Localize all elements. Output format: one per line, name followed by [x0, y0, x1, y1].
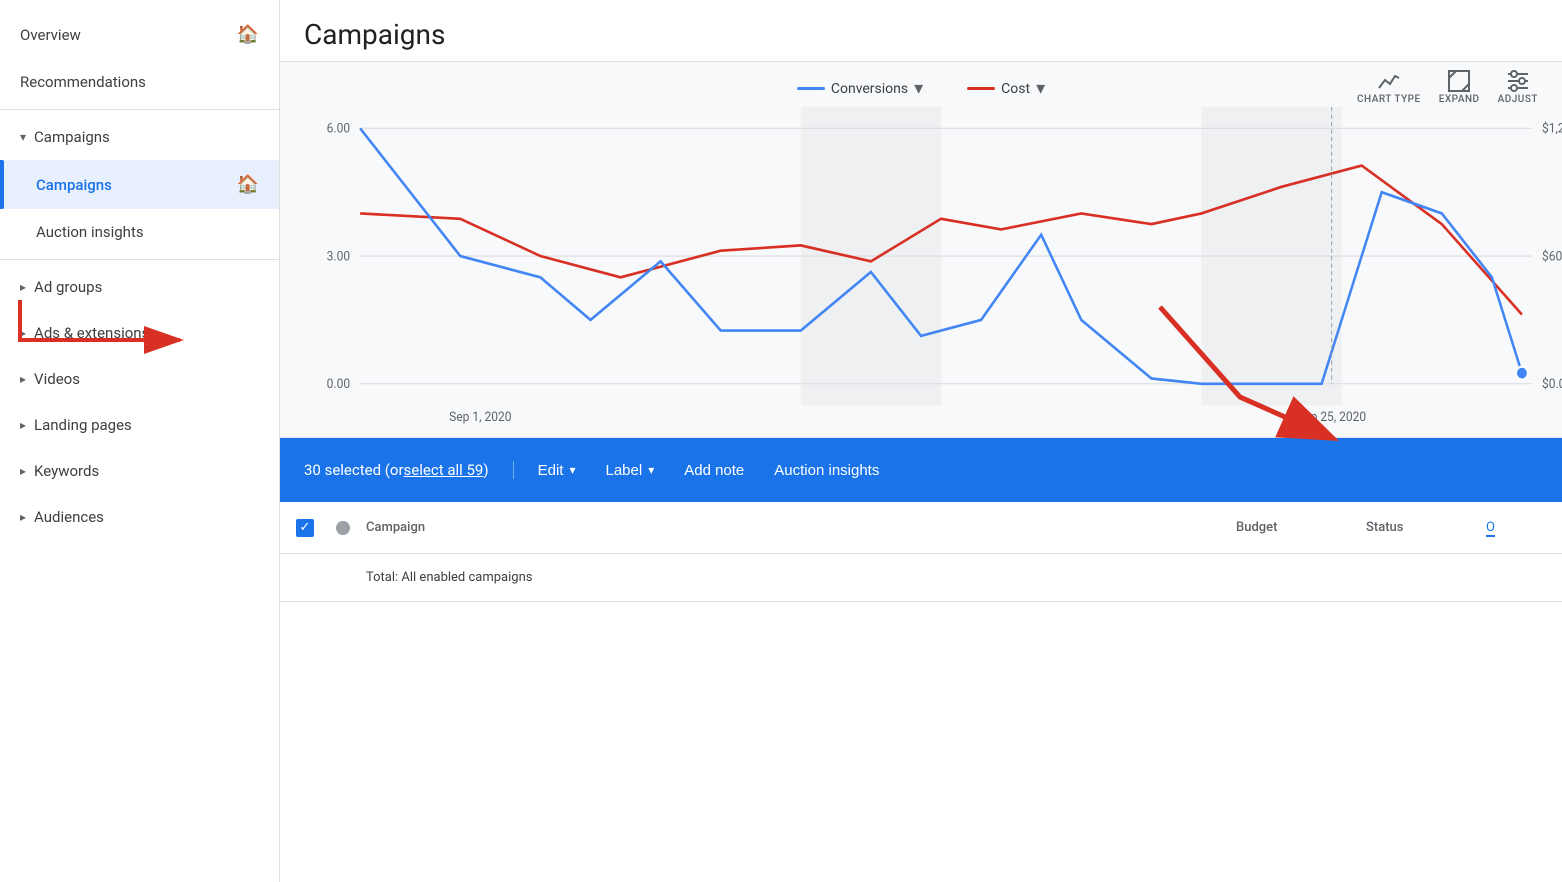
main-content: Campaigns Conversions ▾ Cost ▾: [280, 0, 1562, 882]
table-row-total: Total: All enabled campaigns: [280, 554, 1562, 602]
sidebar-item-label: Ads & extensions: [34, 324, 149, 342]
svg-text:6.00: 6.00: [327, 121, 350, 136]
sidebar-item-campaigns-group[interactable]: ▾ Campaigns: [0, 114, 279, 160]
sidebar-item-recommendations[interactable]: Recommendations: [0, 59, 279, 105]
add-note-button[interactable]: Add note: [684, 458, 744, 483]
chart-controls: CHART TYPE EXPAND: [1357, 70, 1538, 105]
table-checkbox-header[interactable]: ✓: [296, 519, 336, 537]
page-title: Campaigns: [304, 18, 1538, 51]
auction-insights-label: Auction insights: [774, 462, 879, 479]
svg-text:$600.00: $600.00: [1542, 249, 1562, 264]
chevron-right-icon: ▸: [20, 280, 26, 294]
chart-toolbar: Conversions ▾ Cost ▾ CHART TYPE: [280, 62, 1562, 107]
sidebar-divider-2: [0, 259, 279, 260]
adjust-label: ADJUST: [1498, 94, 1538, 105]
sidebar-item-label: Audiences: [34, 508, 104, 526]
table-header: ✓ Campaign Budget Status O: [280, 502, 1562, 554]
label-label: Label: [605, 462, 642, 479]
chart-area: Conversions ▾ Cost ▾ CHART TYPE: [280, 62, 1562, 438]
sidebar-item-overview[interactable]: Overview 🏠: [0, 10, 279, 59]
column-extra-label: O: [1486, 520, 1495, 537]
chart-type-icon: [1377, 72, 1401, 92]
legend-line-red: [967, 87, 995, 90]
chevron-down-icon-cost[interactable]: ▾: [1036, 78, 1045, 99]
chevron-right-icon-2: ▸: [20, 326, 26, 340]
action-bar: 30 selected (or select all 59 ) Edit ▾ L…: [280, 438, 1562, 502]
label-dropdown-icon: ▾: [648, 463, 654, 477]
legend-conversions[interactable]: Conversions ▾: [787, 74, 933, 103]
adjust-icon: [1506, 70, 1530, 92]
column-campaign-label: Campaign: [366, 520, 425, 535]
sidebar-item-label: Landing pages: [34, 416, 132, 434]
select-all-link[interactable]: select all 59: [404, 461, 484, 479]
column-header-status: Status: [1366, 520, 1486, 535]
legend-label-cost: Cost: [1001, 81, 1030, 97]
sidebar-item-label: Campaigns: [36, 176, 112, 194]
sidebar-item-auction-insights[interactable]: Auction insights: [0, 209, 279, 255]
table-dot-header: [336, 521, 366, 535]
chart-type-control[interactable]: CHART TYPE: [1357, 72, 1421, 105]
chevron-right-icon-3: ▸: [20, 372, 26, 386]
sidebar-item-label: Keywords: [34, 462, 99, 480]
sidebar-item-label: Auction insights: [36, 223, 144, 241]
chart-svg: 6.00 3.00 0.00 $1,200.00 $600.00 $0.00 S…: [280, 107, 1562, 437]
sidebar-item-ad-groups[interactable]: ▸ Ad groups: [0, 264, 279, 310]
column-header-campaign: Campaign: [366, 520, 1236, 535]
home-icon-active: 🏠: [237, 174, 259, 195]
edit-dropdown-icon: ▾: [569, 463, 575, 477]
total-row-label: Total: All enabled campaigns: [366, 570, 1546, 585]
svg-text:$0.00: $0.00: [1542, 377, 1562, 392]
checkbox-checked-icon: ✓: [296, 519, 314, 537]
sidebar-item-landing-pages[interactable]: ▸ Landing pages: [0, 402, 279, 448]
sidebar-item-campaigns[interactable]: Campaigns 🏠: [0, 160, 279, 209]
sidebar-item-videos[interactable]: ▸ Videos: [0, 356, 279, 402]
sidebar-divider: [0, 109, 279, 110]
auction-insights-button[interactable]: Auction insights: [774, 458, 879, 483]
svg-text:Sep 1, 2020: Sep 1, 2020: [449, 410, 511, 425]
status-dot-icon: [336, 521, 350, 535]
home-icon: 🏠: [237, 24, 259, 45]
legend-label-conversions: Conversions: [831, 81, 908, 97]
svg-text:3.00: 3.00: [327, 249, 350, 264]
legend-line-blue: [797, 87, 825, 90]
page-header: Campaigns: [280, 0, 1562, 62]
selection-suffix: ): [483, 461, 488, 479]
sidebar-item-audiences[interactable]: ▸ Audiences: [0, 494, 279, 540]
chevron-right-icon-6: ▸: [20, 510, 26, 524]
chevron-right-icon-4: ▸: [20, 418, 26, 432]
svg-text:$1,200.00: $1,200.00: [1542, 121, 1562, 136]
column-header-budget: Budget: [1236, 520, 1366, 535]
chart-type-label: CHART TYPE: [1357, 94, 1421, 105]
adjust-control[interactable]: ADJUST: [1498, 70, 1538, 105]
action-bar-actions: Edit ▾ Label ▾ Add note Auction insights: [514, 458, 880, 483]
add-note-label: Add note: [684, 462, 744, 479]
column-budget-label: Budget: [1236, 520, 1277, 535]
edit-label: Edit: [538, 462, 564, 479]
expand-control[interactable]: EXPAND: [1439, 70, 1480, 105]
sidebar-item-label: Recommendations: [20, 73, 146, 91]
sidebar-item-label: Videos: [34, 370, 80, 388]
expand-icon: [1448, 70, 1470, 92]
column-header-extra: O: [1486, 520, 1546, 535]
chevron-down-icon: ▾: [20, 130, 26, 144]
sidebar-item-label: Ad groups: [34, 278, 102, 296]
chevron-right-icon-5: ▸: [20, 464, 26, 478]
expand-label: EXPAND: [1439, 94, 1480, 105]
column-status-label: Status: [1366, 520, 1403, 535]
legend-cost[interactable]: Cost ▾: [957, 74, 1055, 103]
edit-button[interactable]: Edit ▾: [538, 458, 576, 483]
chevron-down-icon-conv[interactable]: ▾: [914, 78, 923, 99]
selection-text: 30 selected (or: [304, 461, 404, 479]
sidebar: Overview 🏠 Recommendations ▾ Campaigns C…: [0, 0, 280, 882]
sidebar-item-label: Campaigns: [34, 128, 110, 146]
svg-text:Sep 25, 2020: Sep 25, 2020: [1297, 410, 1366, 425]
sidebar-item-ads-extensions[interactable]: ▸ Ads & extensions: [0, 310, 279, 356]
sidebar-item-keywords[interactable]: ▸ Keywords: [0, 448, 279, 494]
sidebar-item-label: Overview: [20, 26, 81, 44]
action-bar-selection: 30 selected (or select all 59 ): [304, 461, 514, 479]
chart-wrapper: 6.00 3.00 0.00 $1,200.00 $600.00 $0.00 S…: [280, 107, 1562, 437]
svg-text:0.00: 0.00: [327, 377, 350, 392]
label-button[interactable]: Label ▾: [605, 458, 654, 483]
